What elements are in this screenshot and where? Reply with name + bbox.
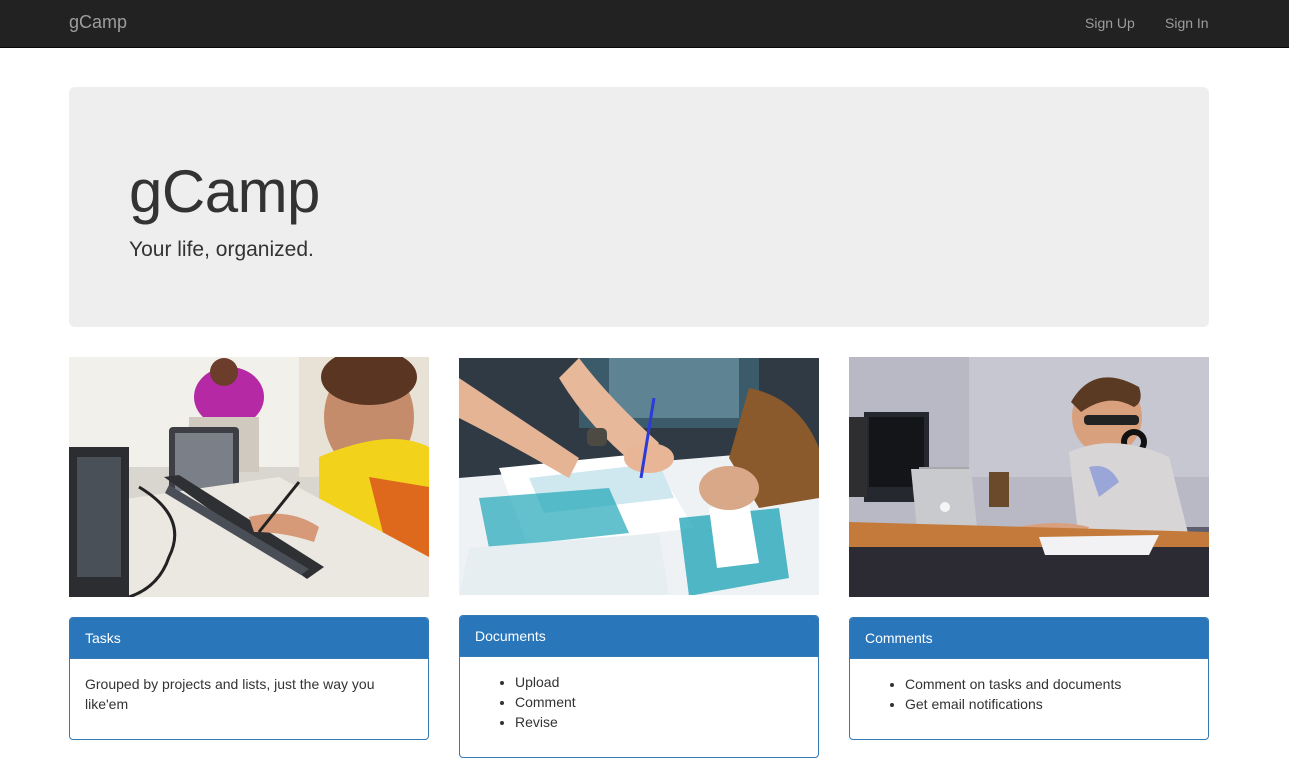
- list-item: Upload: [515, 672, 803, 692]
- comments-panel-heading: Comments: [850, 618, 1208, 659]
- comments-list: Comment on tasks and documents Get email…: [865, 674, 1193, 714]
- list-item: Revise: [515, 712, 803, 732]
- hero-title: gCamp: [129, 158, 320, 225]
- tasks-panel-heading: Tasks: [70, 618, 428, 659]
- brand-link[interactable]: gCamp: [69, 12, 127, 32]
- navbar: gCamp Sign Up Sign In: [0, 0, 1289, 48]
- comments-panel: Comments Comment on tasks and documents …: [849, 617, 1209, 740]
- comments-panel-body: Comment on tasks and documents Get email…: [850, 659, 1208, 729]
- hero-jumbotron: gCamp Your life, organized.: [69, 87, 1209, 327]
- sign-up-link[interactable]: Sign Up: [1085, 13, 1135, 33]
- documents-panel-body: Upload Comment Revise: [460, 657, 818, 747]
- sign-in-link[interactable]: Sign In: [1165, 13, 1209, 33]
- tasks-panel: Tasks Grouped by projects and lists, jus…: [69, 617, 429, 740]
- documents-list: Upload Comment Revise: [475, 672, 803, 732]
- documents-panel-heading: Documents: [460, 616, 818, 657]
- tasks-panel-body: Grouped by projects and lists, just the …: [70, 659, 428, 729]
- documents-panel: Documents Upload Comment Revise: [459, 615, 819, 758]
- list-item: Comment on tasks and documents: [905, 674, 1193, 694]
- documents-photo: [459, 357, 819, 595]
- comments-photo: [849, 357, 1209, 597]
- list-item: Get email notifications: [905, 694, 1193, 714]
- hero-subtitle: Your life, organized.: [129, 238, 314, 261]
- tasks-photo: [69, 357, 429, 597]
- list-item: Comment: [515, 692, 803, 712]
- tasks-description: Grouped by projects and lists, just the …: [85, 676, 375, 712]
